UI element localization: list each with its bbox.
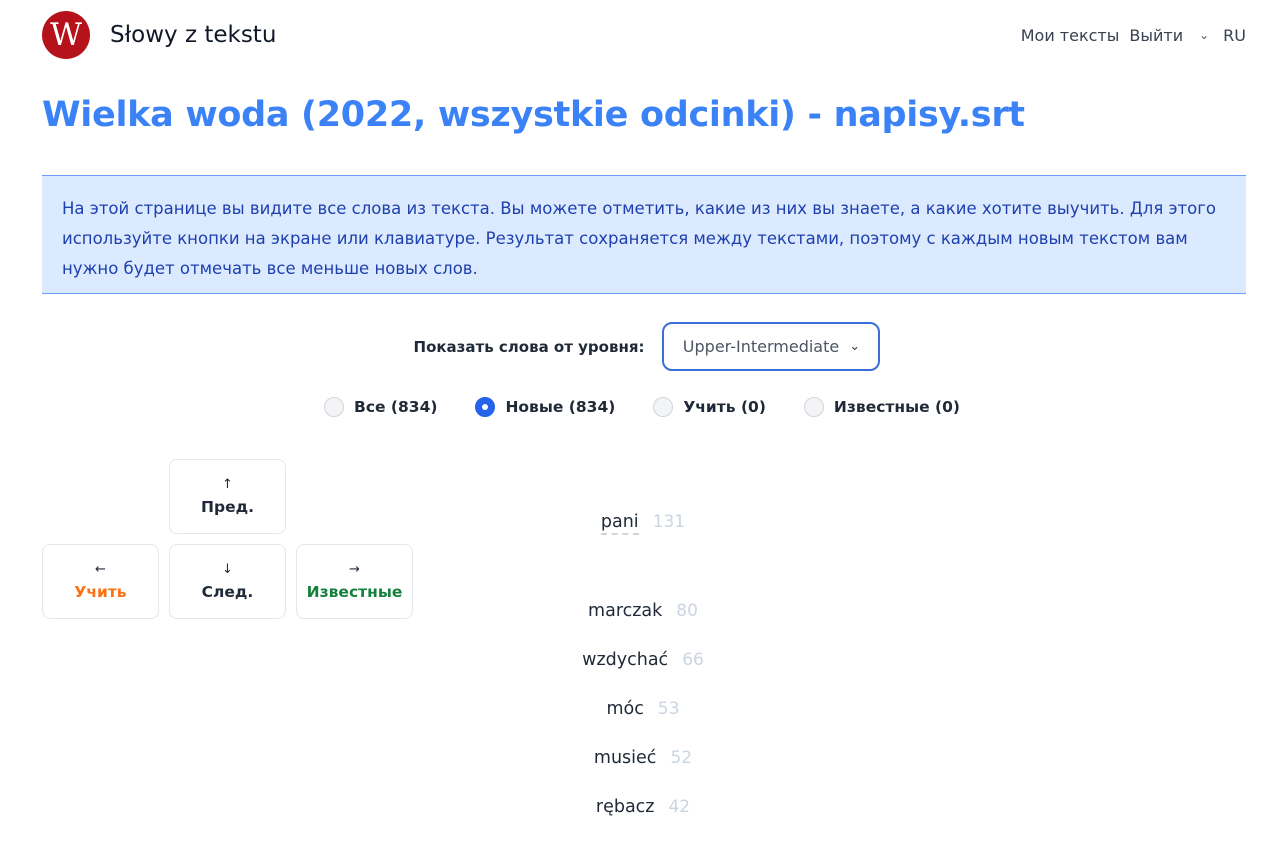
top-nav: Мои тексты Выйти ⌄ RU (1021, 26, 1246, 45)
info-notice: На этой странице вы видите все слова из … (42, 175, 1246, 294)
chevron-down-icon[interactable]: ⌄ (1199, 28, 1209, 42)
filter-new-label: Новые (834) (505, 398, 616, 416)
brand-name: Słowy z tekstu (110, 22, 277, 48)
logo-icon: W (42, 11, 90, 59)
word-text: rębacz (595, 797, 655, 817)
logout-link[interactable]: Выйти (1129, 26, 1183, 45)
word-count: 131 (652, 512, 686, 532)
level-select-value: Upper-Intermediate (682, 337, 840, 356)
my-texts-link[interactable]: Мои тексты (1021, 26, 1120, 45)
next-label: След. (201, 583, 254, 601)
filter-learn[interactable]: Учить (0) (653, 397, 766, 417)
word-count: 53 (657, 699, 680, 719)
word-text: musieć (593, 748, 657, 768)
word-text: marczak (588, 601, 663, 621)
radio-all[interactable] (324, 397, 344, 417)
filter-all-label: Все (834) (354, 398, 438, 416)
word-text: móc (606, 699, 644, 719)
filter-known-label: Известные (0) (833, 398, 960, 416)
radio-known[interactable] (803, 397, 824, 417)
arrow-left-icon: ← (95, 562, 106, 577)
word-status-filter: Все (834) Новые (834) Учить (0) Известны… (0, 397, 1280, 417)
word-count: 52 (670, 748, 693, 768)
word-text: pani (600, 512, 639, 535)
filter-known[interactable]: Известные (0) (803, 397, 960, 417)
top-bar: W Słowy z tekstu Мои тексты Выйти ⌄ RU (42, 11, 1246, 59)
list-item[interactable]: musieć 52 (0, 748, 1280, 768)
radio-new[interactable] (475, 397, 496, 417)
list-item[interactable]: wzdychać 66 (0, 650, 1280, 670)
filter-new[interactable]: Новые (834) (475, 397, 615, 417)
list-item[interactable]: rębacz 42 (0, 797, 1280, 817)
chevron-down-icon: ⌄ (849, 339, 861, 354)
brand-link[interactable]: W Słowy z tekstu (42, 11, 276, 59)
language-switcher[interactable]: RU (1223, 26, 1246, 45)
filter-all[interactable]: Все (834) (324, 397, 437, 417)
word-text: wzdychać (582, 650, 669, 670)
word-count: 42 (668, 797, 691, 817)
known-label: Известные (306, 583, 403, 601)
filter-learn-label: Учить (0) (683, 398, 766, 416)
list-item[interactable]: marczak 80 (0, 601, 1280, 621)
learn-label: Учить (74, 583, 127, 601)
page-title: Wielka woda (2022, wszystkie odcinki) - … (42, 95, 1025, 135)
arrow-up-icon: ↑ (222, 477, 233, 492)
list-item[interactable]: pani 131 (0, 512, 1280, 535)
level-select[interactable]: Upper-Intermediate ⌄ (662, 322, 881, 371)
radio-learn[interactable] (653, 397, 674, 417)
arrow-right-icon: → (349, 562, 360, 577)
arrow-down-icon: ↓ (222, 562, 233, 577)
level-label: Показать слова от уровня: (413, 337, 645, 356)
word-count: 66 (682, 650, 704, 670)
list-item[interactable]: móc 53 (0, 699, 1280, 719)
word-count: 80 (676, 601, 698, 621)
level-filter: Показать слова от уровня: Upper-Intermed… (0, 322, 1280, 371)
